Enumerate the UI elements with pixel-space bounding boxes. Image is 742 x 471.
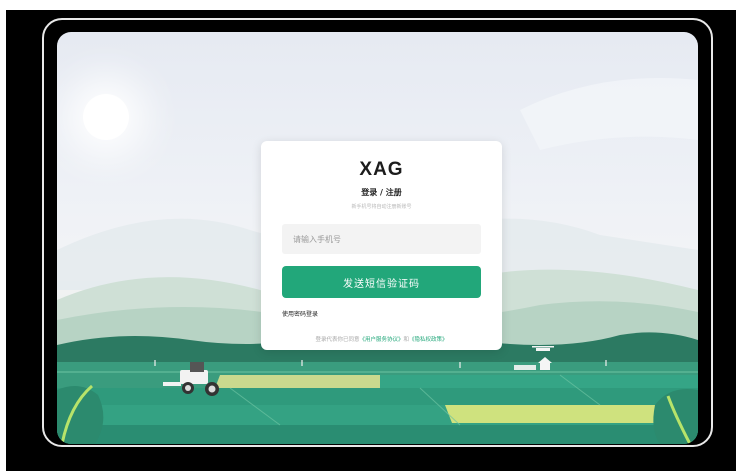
password-login-link[interactable]: 使用密码登录: [282, 309, 318, 318]
xag-logo: XAG: [359, 159, 404, 180]
agreement-text: 登录代表你已同意《用户服务协议》和《隐私权政策》: [261, 335, 502, 343]
login-title: 登录 / 注册: [361, 188, 402, 197]
phone-input[interactable]: [282, 224, 481, 254]
send-sms-code-button[interactable]: 发送短信验证码: [282, 266, 481, 298]
login-card: XAG 登录 / 注册 新手机号将自动注册新账号 发送短信验证码 使用密码登录 …: [261, 141, 502, 350]
login-subtitle: 新手机号将自动注册新账号: [351, 204, 412, 210]
agreement-prefix: 登录代表你已同意: [315, 337, 360, 343]
user-agreement-link[interactable]: 《用户服务协议》: [359, 337, 403, 343]
privacy-policy-link[interactable]: 《隐私权政策》: [409, 337, 448, 343]
